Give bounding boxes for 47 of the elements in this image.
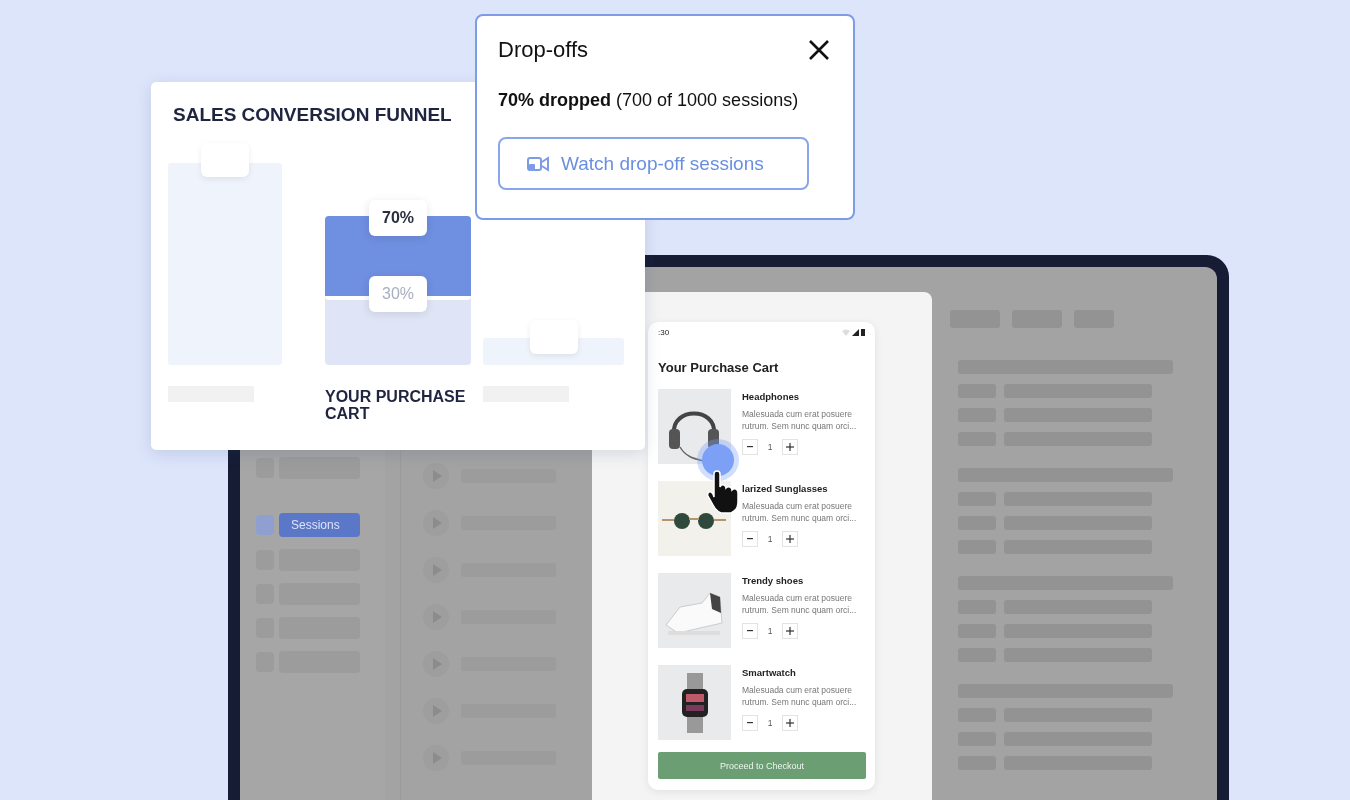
- product-description: Malesuada cum erat posuere rutrum. Sem nunc quam orci...: [742, 592, 858, 616]
- drop-off-summary: 70% dropped (700 of 1000 sessions): [498, 90, 800, 111]
- minus-icon: [747, 446, 753, 448]
- menu-icon: [256, 515, 274, 535]
- plus-icon: [786, 719, 794, 727]
- increase-button[interactable]: [782, 439, 798, 455]
- plus-icon: [786, 627, 794, 635]
- plus-icon: [786, 535, 794, 543]
- sidebar-item[interactable]: Sessions: [279, 513, 360, 537]
- minus-icon: [747, 630, 753, 632]
- video-icon: [527, 154, 549, 173]
- watch-sessions-button[interactable]: Watch drop-off sessions: [498, 137, 809, 190]
- signal-icon: [852, 328, 859, 336]
- increase-button[interactable]: [782, 531, 798, 547]
- product-name: larized Sunglasses: [742, 483, 829, 494]
- quantity-value: 1: [766, 718, 774, 728]
- empty-badge: [201, 143, 249, 177]
- plus-icon: [786, 443, 794, 451]
- quantity-value: 1: [766, 442, 774, 452]
- empty-badge: [529, 320, 578, 354]
- status-time: :30: [658, 327, 670, 337]
- product-description: Malesuada cum erat posuere rutrum. Sem nunc quam orci...: [742, 500, 858, 524]
- hand-cursor-icon: [705, 470, 741, 514]
- product-description: Malesuada cum erat posuere rutrum. Sem nunc quam orci...: [742, 408, 858, 432]
- increase-button[interactable]: [782, 715, 798, 731]
- battery-icon: [861, 328, 865, 336]
- wifi-icon: [842, 328, 850, 336]
- quantity-value: 1: [766, 626, 774, 636]
- popup-title: Drop-offs: [498, 37, 589, 63]
- minus-icon: [747, 538, 753, 540]
- product-name: Smartwatch: [742, 667, 797, 678]
- percent-badge: 70%: [369, 200, 427, 236]
- product-description: Malesuada cum erat posuere rutrum. Sem nunc quam orci...: [742, 684, 858, 708]
- percent-badge: 30%: [369, 276, 427, 312]
- decrease-button[interactable]: [742, 623, 758, 639]
- step-label: YOUR PURCHASE CART: [325, 388, 467, 422]
- quantity-value: 1: [766, 534, 774, 544]
- cart-title: Your Purchase Cart: [658, 360, 780, 375]
- minus-icon: [747, 722, 753, 724]
- decrease-button[interactable]: [742, 439, 758, 455]
- product-name: Headphones: [742, 391, 800, 402]
- decrease-button[interactable]: [742, 715, 758, 731]
- product-name: Trendy shoes: [742, 575, 805, 586]
- funnel-title: SALES CONVERSION FUNNEL: [173, 104, 453, 126]
- decrease-button[interactable]: [742, 531, 758, 547]
- checkout-button[interactable]: Proceed to Checkout: [658, 752, 866, 779]
- increase-button[interactable]: [782, 623, 798, 639]
